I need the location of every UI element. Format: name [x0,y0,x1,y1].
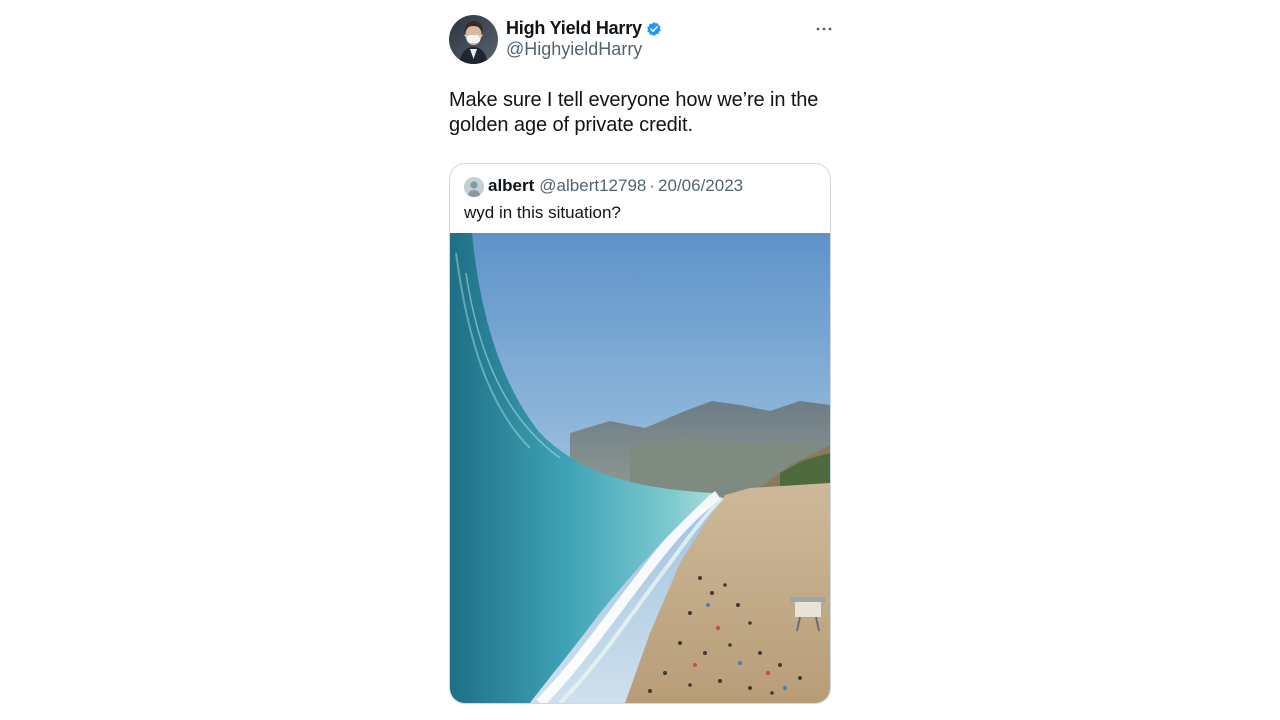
quoted-tweet-date[interactable]: 20/06/2023 [658,176,743,196]
verified-badge-icon [646,21,662,37]
header-separator: · [649,176,656,195]
author-avatar[interactable] [449,15,498,64]
author-handle[interactable]: @HighyieldHarry [506,39,642,60]
author-name[interactable]: High Yield Harry [506,18,642,39]
quoted-tweet-image[interactable] [450,233,830,703]
quoted-author-name[interactable]: albert [488,176,534,196]
author-name-row[interactable]: High Yield Harry [506,18,662,39]
quoted-author-avatar[interactable] [464,177,484,197]
quoted-tweet-header: albert @albert12798 · 20/06/2023 [488,176,743,196]
more-horizontal-icon [816,27,832,31]
more-options-button[interactable] [811,16,837,42]
quoted-author-handle[interactable]: @albert12798 [539,176,646,196]
quoted-tweet-text: wyd in this situation? [464,203,621,222]
tweet-text: Make sure I tell everyone how we’re in t… [449,89,819,136]
quoted-tweet-card[interactable]: albert @albert12798 · 20/06/2023 wyd in … [449,163,831,704]
